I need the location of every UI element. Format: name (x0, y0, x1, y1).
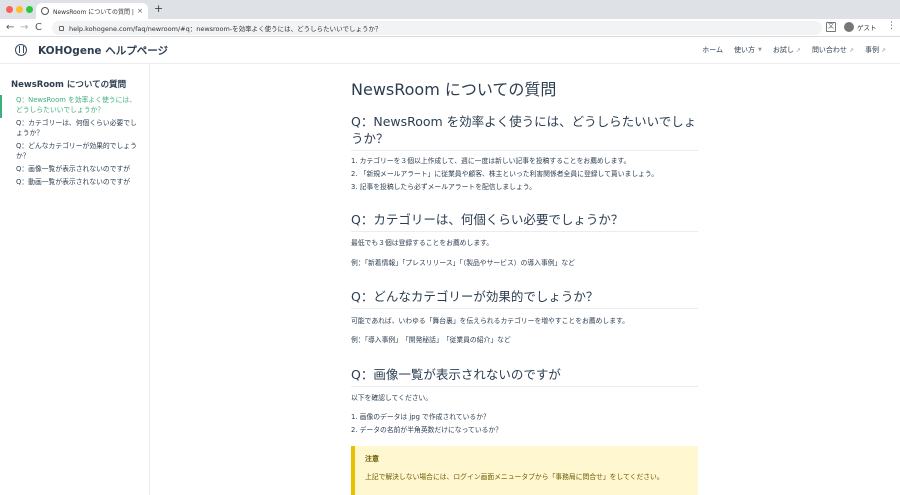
external-link-icon: ↗ (880, 46, 886, 54)
site-title[interactable]: KOHOgene ヘルプページ (38, 43, 168, 58)
q3-text-2: 例：「導入事例」 「開発秘話」 「従業員の紹介」など (351, 336, 511, 344)
url-text[interactable]: help.kohogene.com/faq/newroom/#q：newsroo… (69, 23, 382, 33)
q4-line-1: 1. 画像のデータは jpg で作成されているか？ (351, 413, 490, 421)
nav-link-home[interactable]: ホーム (702, 45, 723, 55)
q1-line-1: 1. カテゴリーを３個以上作成して、週に一度は新しい記事を投稿することをお薦めし… (351, 157, 631, 165)
browser-toolbar: ← → C help.kohogene.com/faq/newroom/#q：n… (0, 19, 900, 37)
browser-menu-icon[interactable]: ⋮ (887, 21, 896, 31)
avatar (844, 22, 854, 32)
nav-link-contact[interactable]: 問い合わせ ↗ (812, 45, 854, 55)
browser-tabstrip: NewsRoom についての質問 | KOHOgene ヘルプページ × + (0, 0, 900, 19)
q2-text-2: 例：「新着情報」「プレスリリース」「（製品やサービス）の導入事例」など (351, 259, 575, 267)
chevron-down-icon: ▼ (758, 47, 762, 53)
q2-text-1: 最低でも３個は登録することをお薦めします。 (351, 239, 494, 247)
forward-button[interactable]: → (20, 20, 28, 36)
callout-title: 注意 (365, 455, 379, 463)
nav-link-label: 問い合わせ (811, 46, 847, 54)
tab-title: NewsRoom についての質問 | KOHOgene ヘルプページ (53, 8, 134, 16)
external-link-icon: ↗ (795, 46, 801, 54)
nav-link-label: 使い方 (734, 46, 756, 54)
sidebar-item-q5[interactable]: Q：動画一覧が表示されないのですが (0, 177, 149, 190)
favicon-icon (41, 7, 49, 15)
sidebar-item-q1[interactable]: Q：NewsRoom を効率よく使うには、どうしらたいいでしょうか？ (0, 95, 149, 118)
external-link-icon: ↗ (848, 46, 854, 54)
nav-link-usage[interactable]: 使い方 ▼ (734, 45, 762, 55)
nav-link-label: ホーム (702, 46, 724, 54)
q3-heading: Q：どんなカテゴリーが効果的でしょうか？ (351, 288, 698, 309)
sidebar-item-q2[interactable]: Q：カテゴリーは、何個くらい必要でしょうか？ (0, 118, 149, 141)
site-navbar: KOHOgene ヘルプページ ホーム 使い方 ▼ お試し ↗ 問い合わせ ↗ … (0, 37, 900, 64)
window-close-button[interactable] (6, 6, 13, 13)
window-minimize-button[interactable] (16, 6, 23, 13)
nav-link-label: 事例 (864, 46, 879, 54)
reload-button[interactable]: C (35, 20, 42, 36)
profile-button[interactable]: ゲスト (844, 22, 877, 32)
address-bar[interactable]: help.kohogene.com/faq/newroom/#q：newsroo… (52, 21, 822, 35)
warning-callout: 注意 上記で解決しない場合には、ログイン画面メニュータブから「事務局に問合せ」を… (351, 446, 698, 495)
window-maximize-button[interactable] (26, 6, 33, 13)
sidebar-list: Q：NewsRoom を効率よく使うには、どうしらたいいでしょうか？ Q：カテゴ… (0, 95, 149, 190)
main-content: NewsRoom についての質問 Q：NewsRoom を効率よく使うには、どう… (151, 64, 900, 495)
new-tab-button[interactable]: + (154, 2, 163, 16)
q4-heading: Q：画像一覧が表示されないのですが (351, 366, 698, 387)
browser-tab[interactable]: NewsRoom についての質問 | KOHOgene ヘルプページ × (36, 3, 148, 19)
q1-line-2: 2. 「新規メールアラート」に従業員や顧客、株主といった利害関係者全員に登録して… (351, 170, 659, 178)
callout-body: 上記で解決しない場合には、ログイン画面メニュータブから「事務局に問合せ」をしてく… (365, 473, 664, 481)
nav-link-label: お試し (772, 46, 794, 54)
lock-icon (59, 25, 64, 31)
profile-label: ゲスト (857, 24, 877, 32)
q3-text-1: 可能であれば、いわゆる「舞台裏」を伝えられるカテゴリーを増やすことをお薦めします… (351, 317, 629, 325)
sidebar-item-q4[interactable]: Q：画像一覧が表示されないのですが (0, 164, 149, 177)
sidebar-heading[interactable]: NewsRoom についての質問 (11, 78, 126, 90)
q2-heading: Q：カテゴリーは、何個くらい必要でしょうか？ (351, 211, 698, 232)
page-title: NewsRoom についての質問 (351, 80, 557, 99)
nav-links: ホーム 使い方 ▼ お試し ↗ 問い合わせ ↗ 事例 ↗ (691, 45, 886, 55)
sidebar-item-q3[interactable]: Q：どんなカテゴリーが効果的でしょうか？ (0, 141, 149, 164)
translate-icon[interactable]: 文 (826, 22, 836, 32)
tab-close-icon[interactable]: × (137, 7, 143, 15)
nav-link-trial[interactable]: お試し ↗ (773, 45, 801, 55)
sidebar: NewsRoom についての質問 Q：NewsRoom を効率よく使うには、どう… (0, 64, 150, 495)
q4-line-2: 2. データの名前が半角英数だけになっているか？ (351, 426, 503, 434)
q4-text-1: 以下を確認してください。 (351, 394, 433, 402)
q1-line-3: 3. 記事を投稿したら必ずメールアラートを配信しましょう。 (351, 183, 536, 191)
nav-link-cases[interactable]: 事例 ↗ (865, 45, 886, 55)
q1-heading: Q：NewsRoom を効率よく使うには、どうしらたいいでしょうか？ (351, 113, 698, 151)
back-button[interactable]: ← (6, 20, 14, 36)
site-logo-icon[interactable] (15, 44, 27, 56)
